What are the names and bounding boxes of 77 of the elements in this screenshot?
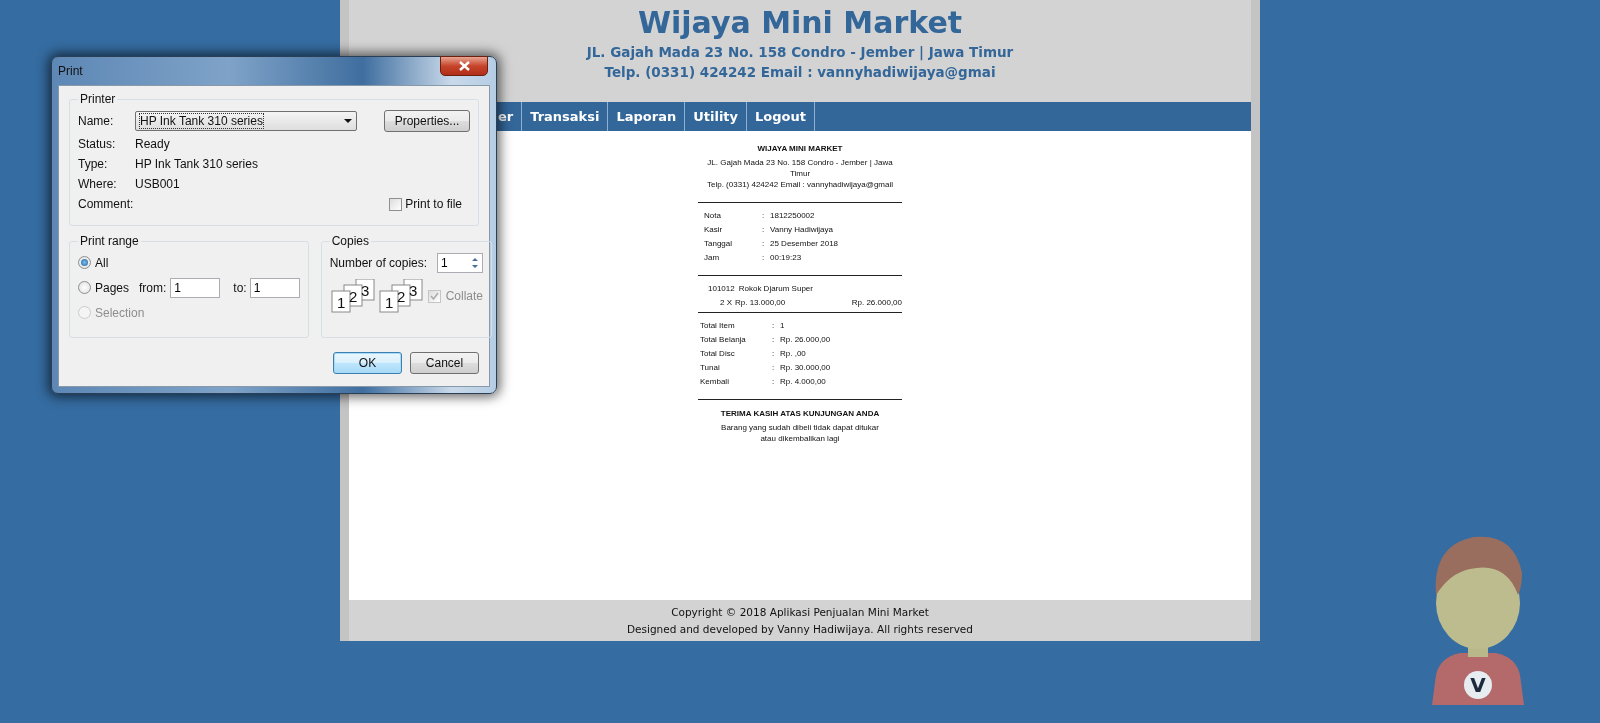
radio-label: Pages — [95, 280, 131, 295]
dialog-button[interactable]: OK — [333, 352, 402, 374]
field-label: Number of copies: — [329, 256, 429, 270]
receipt-separator: : — [772, 334, 776, 346]
group-label: Print range — [79, 234, 140, 248]
receipt-value: Rp. 4.000,00 — [780, 376, 826, 388]
receipt-thanks: TERIMA KASIH ATAS KUNJUNGAN ANDA — [719, 408, 881, 419]
copyright-text: Copyright © 2018 Aplikasi Penjualan Mini Market — [671, 604, 929, 620]
receipt-separator: : — [772, 320, 776, 332]
close-icon — [458, 61, 470, 71]
checkbox-label: Collate — [445, 289, 484, 303]
receipt-separator: : — [772, 348, 776, 360]
field-label: Comment: — [78, 197, 135, 211]
radio-label: Selection — [95, 305, 145, 320]
receipt-label: Total Disc — [699, 348, 736, 360]
receipt-value: Rp. ,00 — [780, 348, 806, 360]
caret-icon — [344, 119, 352, 123]
item-price: Rp. 13.000,00 — [735, 297, 787, 309]
item-subtotal: Rp. 26.000,00 — [851, 297, 902, 309]
properties-button[interactable]: Properties... — [384, 110, 470, 132]
printer-dropdown[interactable]: HP Ink Tank 310 series — [135, 111, 357, 131]
field-value: Ready — [135, 137, 170, 151]
receipt-separator: : — [762, 238, 766, 250]
from-page-field[interactable]: 1 — [170, 277, 221, 298]
radio-label: All — [95, 255, 110, 270]
field-label: from: — [139, 280, 167, 295]
store-contact: Telp. (0331) 424242 Email : vannyhadiwijaya@gmai — [604, 63, 996, 82]
receipt-separator: : — [762, 252, 766, 264]
radio-button[interactable] — [78, 256, 91, 269]
receipt-store-name: WIJAYA MINI MARKET — [756, 143, 844, 154]
receipt-separator: : — [762, 224, 766, 236]
field-value: HP Ink Tank 310 series — [135, 157, 258, 171]
checkbox-label: Print to file — [405, 197, 462, 211]
receipt-label: Kembali — [699, 376, 730, 388]
dialog-title: Print — [58, 64, 83, 78]
field-label: Name: — [78, 114, 115, 128]
store-address: JL. Gajah Mada 23 No. 158 Condro - Jember | Jawa Timur — [586, 43, 1014, 62]
field-value: USB001 — [135, 177, 180, 191]
receipt-value: Vanny Hadiwijaya — [770, 224, 833, 236]
item-name: Rokok Djarum Super — [738, 283, 813, 295]
receipt-label: Jam — [704, 252, 721, 264]
receipt-value: 1812250002 — [770, 210, 815, 222]
receipt-label: Tanggal — [704, 238, 734, 250]
receipt-label: Kasir — [704, 224, 724, 236]
receipt-address: JL. Gajah Mada 23 No. 158 Condro - Jember | Jawa Timur — [706, 157, 894, 179]
site-title: Wijaya Mini Market — [637, 4, 963, 42]
receipt-label: Tunai — [699, 362, 721, 374]
copies-spinner[interactable]: 1 — [437, 253, 484, 273]
receipt-value: Rp. 26.000,00 — [780, 334, 831, 346]
receipt-separator: : — [772, 362, 776, 374]
receipt-note: Barang yang sudah dibeli tidak dapat ditukar atau dikembalikan lagi — [720, 422, 880, 444]
checkbox[interactable] — [389, 197, 403, 211]
item-code: 101012 — [708, 283, 735, 295]
credits-text: Designed and developed by Vanny Hadiwijaya. All rights reserved — [627, 621, 973, 637]
group-label: Printer — [79, 92, 117, 106]
receipt-label: Total Item — [699, 320, 736, 332]
field-label: Status: — [78, 137, 117, 151]
receipt-label: Nota — [704, 210, 722, 222]
to-page-field[interactable]: 1 — [249, 277, 300, 298]
receipt-separator: : — [762, 210, 766, 222]
receipt-value: 1 — [780, 320, 785, 332]
receipt-contact: Telp. (0331) 424242 Email : vannyhadiwijaya@gmail — [706, 179, 894, 190]
dialog-button[interactable]: Cancel — [410, 352, 479, 374]
field-label: to: — [233, 280, 247, 295]
copies-field[interactable]: 1 — [441, 256, 468, 270]
radio-button[interactable] — [78, 281, 91, 294]
receipt-separator: : — [772, 376, 776, 388]
item-quantity: 2 X — [719, 297, 732, 309]
close-button[interactable] — [440, 56, 488, 76]
receipt-value: Rp. 30.000,00 — [780, 362, 831, 374]
field-label: Type: — [78, 157, 109, 171]
receipt-label: Total Belanja — [699, 334, 747, 346]
group-label: Copies — [330, 234, 371, 248]
receipt-value: 25 Desember 2018 — [770, 238, 839, 250]
avatar-figure: V — [1410, 525, 1546, 705]
field-label: Where: — [78, 177, 118, 191]
receipt-value: 00:19:23 — [770, 252, 802, 264]
